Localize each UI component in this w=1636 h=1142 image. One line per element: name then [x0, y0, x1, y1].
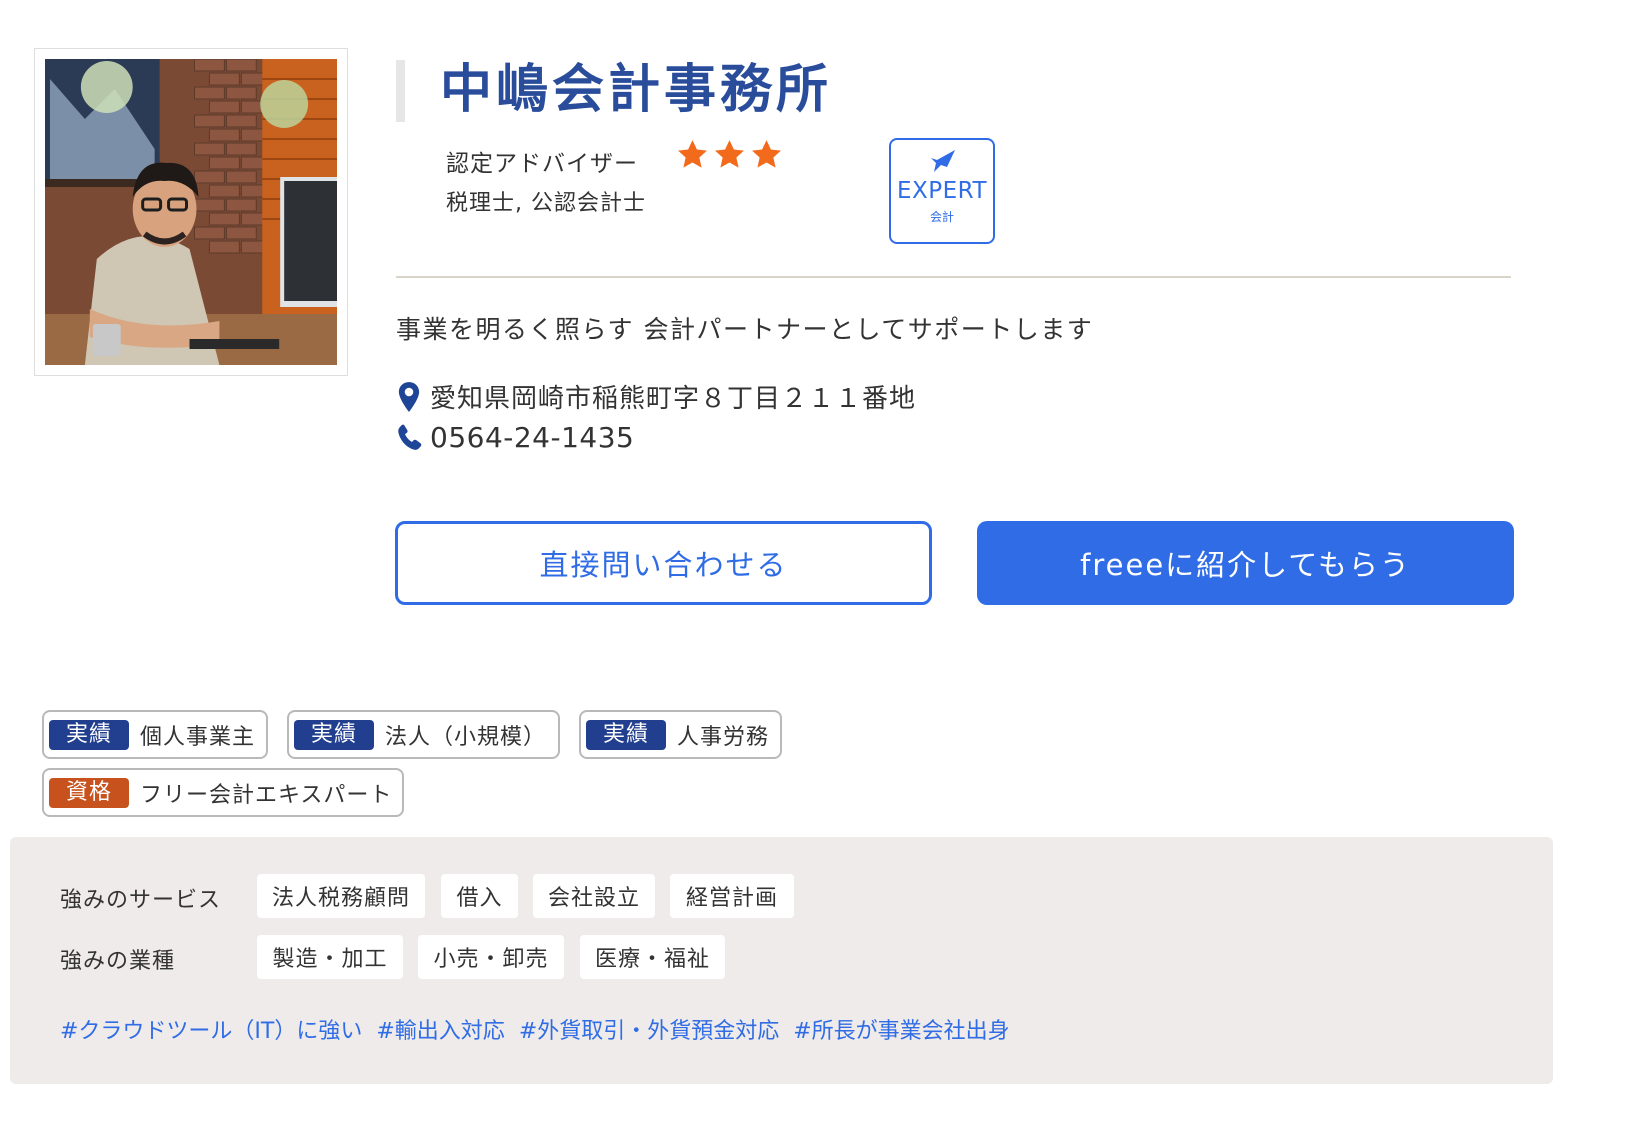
office-name: 中嶋会計事務所 [440, 60, 833, 120]
phone-number[interactable]: 0564-24-1435 [430, 421, 634, 454]
address: 愛知県岡崎市稲熊町字８丁目２１１番地 [430, 384, 917, 414]
hashtag-list: #クラウドツール（IT）に強い #輸出入対応 #外貨取引・外貨預金対応 #所長が… [60, 1013, 1010, 1045]
industry-chip: 医療・福祉 [580, 935, 725, 979]
tag-label: 法人（小規模） [385, 724, 547, 750]
profile-photo-frame [34, 48, 348, 376]
address-row: 愛知県岡崎市稲熊町字８丁目２１１番地 [396, 378, 916, 415]
bird-icon [931, 150, 955, 172]
tag-license-expert: 資格 フリー会計エキスパート [42, 768, 404, 817]
tag-record-small-corp: 実績 法人（小規模） [287, 710, 560, 759]
star-icon [752, 140, 781, 168]
tag-label: フリー会計エキスパート [140, 782, 393, 808]
star-icon [715, 140, 744, 168]
expert-badge-title: EXPERT [896, 178, 988, 204]
hashtag-link[interactable]: #輸出入対応 [376, 1013, 504, 1045]
expert-badge: EXPERT 会計 [889, 138, 995, 244]
tag-category: 資格 [49, 777, 130, 808]
title-accent-bar [396, 60, 405, 122]
referral-button[interactable]: freeeに紹介してもらう [977, 521, 1514, 605]
header-divider [396, 276, 1511, 278]
expert-badge-subtitle: 会計 [929, 210, 954, 224]
star-icon [678, 140, 707, 168]
map-pin-icon [398, 381, 420, 412]
tag-label: 人事労務 [677, 724, 770, 750]
service-chip: 会社設立 [533, 874, 655, 918]
direct-contact-button[interactable]: 直接問い合わせる [395, 521, 932, 605]
service-chip: 法人税務顧問 [257, 874, 425, 918]
star-rating [676, 138, 783, 171]
phone-icon [398, 424, 422, 450]
industry-chip: 製造・加工 [257, 935, 403, 979]
service-chip: 借入 [441, 874, 518, 918]
tag-category: 実績 [294, 719, 375, 750]
phone-row: 0564-24-1435 [396, 421, 634, 454]
industry-chip: 小売・卸売 [418, 935, 564, 979]
adviser-label: 認定アドバイザー [446, 151, 638, 177]
profile-photo [45, 59, 337, 365]
tag-category: 実績 [586, 719, 667, 750]
qualifications: 税理士, 公認会計士 [446, 191, 646, 216]
services-label: 強みのサービス [60, 888, 222, 913]
tagline: 事業を明るく照らす 会計パートナーとしてサポートします [396, 315, 1094, 344]
tag-category: 実績 [49, 719, 130, 750]
strengths-panel: 強みのサービス 法人税務顧問 借入 会社設立 経営計画 強みの業種 製造・加工 … [10, 837, 1553, 1084]
tag-label: 個人事業主 [140, 724, 256, 750]
tag-record-individual: 実績 個人事業主 [42, 710, 268, 759]
service-chip: 経営計画 [670, 874, 794, 918]
advisor-profile-page: 中嶋会計事務所 認定アドバイザー 税理士, 公認会計士 EXPERT 会計 事業… [0, 0, 1636, 1142]
hashtag-link[interactable]: #外貨取引・外貨預金対応 [519, 1013, 779, 1045]
tag-record-hr: 実績 人事労務 [579, 710, 782, 759]
hashtag-link[interactable]: #クラウドツール（IT）に強い [60, 1013, 362, 1045]
hashtag-link[interactable]: #所長が事業会社出身 [793, 1013, 1009, 1045]
industries-label: 強みの業種 [60, 949, 176, 974]
